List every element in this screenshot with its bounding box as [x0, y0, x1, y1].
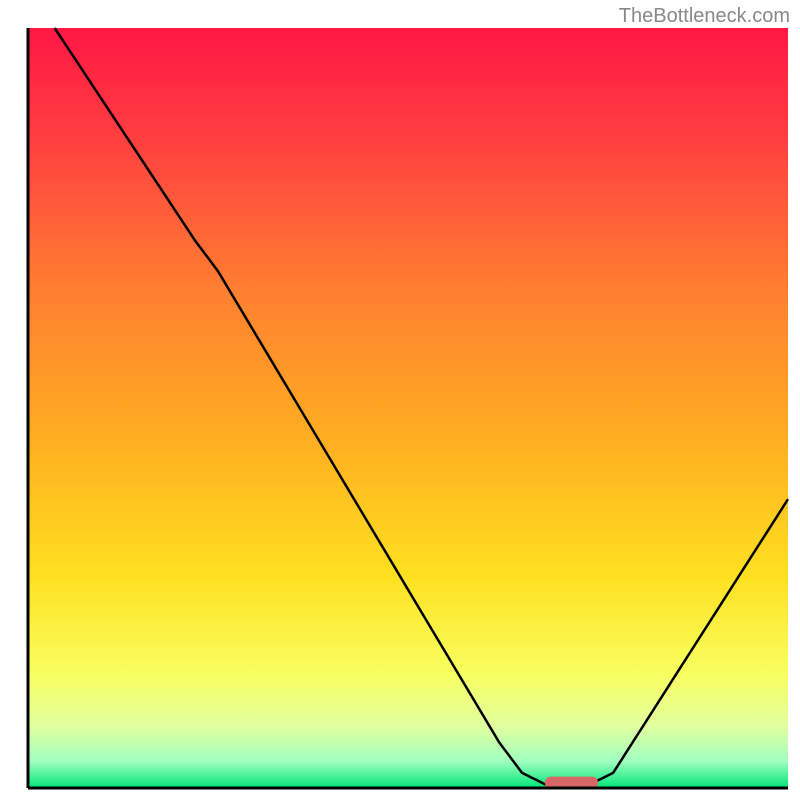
plot-background — [28, 28, 788, 788]
chart-svg — [0, 0, 800, 800]
chart-container: TheBottleneck.com — [0, 0, 800, 800]
watermark-text: TheBottleneck.com — [619, 5, 790, 28]
